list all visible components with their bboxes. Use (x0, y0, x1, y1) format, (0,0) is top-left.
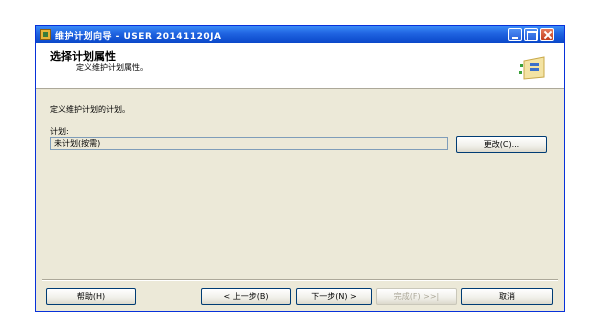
wizard-header: 选择计划属性 定义维护计划属性。 (36, 43, 564, 89)
plan-label: 计划: (50, 127, 69, 136)
wizard-graphic-icon (519, 56, 545, 80)
plan-value-field: 未计划(按需) (50, 137, 448, 150)
finish-button[interactable]: 完成(F) >>| (376, 288, 457, 305)
page-subtitle: 定义维护计划属性。 (76, 63, 148, 72)
next-button[interactable]: 下一步(N) > (296, 288, 372, 305)
help-button[interactable]: 帮助(H) (46, 288, 136, 305)
window-title: 维护计划向导 - USER 20141120JA (55, 32, 222, 42)
maximize-icon[interactable] (524, 28, 538, 41)
app-icon (40, 29, 51, 40)
close-icon[interactable] (540, 28, 554, 41)
plan-description: 定义维护计划的计划。 (50, 105, 130, 114)
back-button[interactable]: < 上一步(B) (201, 288, 291, 305)
change-schedule-button[interactable]: 更改(C)... (456, 136, 547, 153)
minimize-icon[interactable] (508, 28, 522, 41)
title-bar[interactable]: 维护计划向导 - USER 20141120JA (36, 26, 564, 43)
cancel-button[interactable]: 取消 (461, 288, 553, 305)
wizard-window: 维护计划向导 - USER 20141120JA 选择计划属性 定义维护计划属性… (35, 25, 565, 312)
footer-divider (42, 279, 558, 281)
